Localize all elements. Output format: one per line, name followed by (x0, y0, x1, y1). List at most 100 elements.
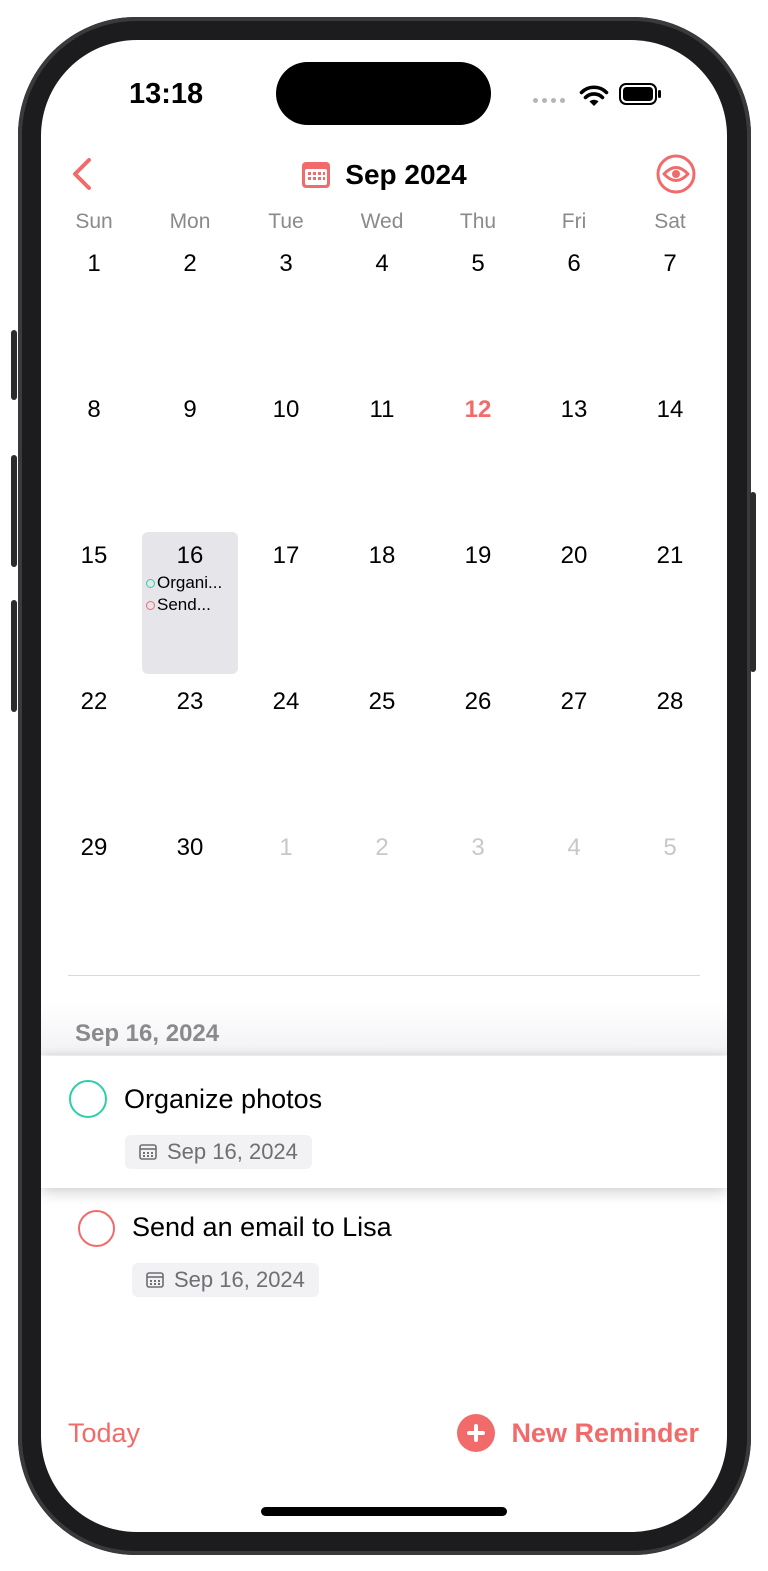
status-time: 13:18 (129, 78, 204, 110)
page-title: Sep 2024 (345, 159, 467, 190)
calendar-day[interactable]: 5 (622, 829, 718, 975)
day-number: 2 (375, 834, 389, 861)
calendar-day[interactable]: 8 (46, 391, 142, 537)
calendar-day[interactable]: 20 (526, 537, 622, 683)
day-number: 15 (80, 542, 108, 569)
calendar-day[interactable]: 29 (46, 829, 142, 975)
day-number: 5 (663, 834, 677, 861)
calendar-day[interactable]: 3 (430, 829, 526, 975)
new-reminder-button[interactable]: New Reminder (457, 1414, 699, 1452)
calendar-day[interactable]: 22 (46, 683, 142, 829)
day-number: 26 (464, 688, 492, 715)
new-reminder-label: New Reminder (511, 1417, 699, 1448)
volume-down-button (11, 600, 17, 712)
day-number: 18 (368, 542, 396, 569)
day-number: 4 (567, 834, 581, 861)
reminder-item[interactable]: Send an email to Lisa Sep 16, 2024 (41, 1190, 727, 1310)
calendar-icon (302, 162, 331, 188)
day-number: 19 (464, 542, 492, 569)
calendar-day[interactable]: 9 (142, 391, 238, 537)
calendar-day[interactable]: 1 (238, 829, 334, 975)
calendar-day[interactable]: 6 (526, 245, 622, 391)
calendar-day[interactable]: 24 (238, 683, 334, 829)
reminder-date-chip: Sep 16, 2024 (132, 1263, 319, 1297)
day-event: Send... (146, 594, 238, 616)
calendar-day[interactable]: 11 (334, 391, 430, 537)
day-number: 7 (663, 250, 677, 277)
day-number: 17 (272, 542, 300, 569)
home-indicator (261, 1507, 507, 1516)
calendar-day[interactable]: 27 (526, 683, 622, 829)
day-number: 23 (176, 688, 204, 715)
calendar-day-selected[interactable]: 16 Organi... Send... (142, 532, 238, 683)
battery-icon (619, 83, 661, 105)
today-button[interactable]: Today (68, 1418, 140, 1449)
reminder-checkbox[interactable] (78, 1210, 115, 1247)
day-number: 8 (87, 396, 101, 423)
calendar-day[interactable]: 1 (46, 245, 142, 391)
calendar-day[interactable]: 30 (142, 829, 238, 975)
day-number: 11 (369, 396, 395, 423)
calendar-day[interactable]: 28 (622, 683, 718, 829)
calendar-day[interactable]: 25 (334, 683, 430, 829)
day-number: 2 (183, 250, 197, 277)
calendar-day[interactable]: 3 (238, 245, 334, 391)
navigation-bar: Sep 2024 (41, 150, 727, 200)
reminder-date-chip: Sep 16, 2024 (125, 1135, 312, 1169)
day-number: 16 (176, 542, 204, 569)
calendar-day[interactable]: 17 (238, 537, 334, 683)
reminder-title: Send an email to Lisa (132, 1212, 392, 1242)
dynamic-island (276, 62, 491, 125)
calendar-day[interactable]: 2 (334, 829, 430, 975)
day-number: 30 (176, 834, 204, 861)
reminder-title: Organize photos (124, 1084, 323, 1114)
calendar-day[interactable]: 18 (334, 537, 430, 683)
event-label: Send... (157, 595, 211, 614)
calendar-day[interactable]: 15 (46, 537, 142, 683)
calendar-grid: 1 2 3 4 5 6 7 8 9 10 11 12 13 14 15 16 Organi... Send... 1… (46, 245, 718, 975)
weekday-label: Sat (654, 210, 686, 233)
day-number: 28 (656, 688, 684, 715)
calendar-day[interactable]: 23 (142, 683, 238, 829)
weekday-label: Wed (360, 210, 404, 233)
calendar-week-row: 8 9 10 11 12 13 14 (46, 391, 718, 537)
calendar-day[interactable]: 4 (526, 829, 622, 975)
month-title[interactable]: Sep 2024 (41, 150, 727, 200)
weekday-label: Mon (169, 210, 211, 233)
weekday-label: Tue (268, 210, 304, 233)
calendar-small-icon (139, 1144, 157, 1160)
wifi-icon (579, 85, 609, 106)
eye-icon[interactable] (655, 153, 697, 195)
weekday-header: Sun Mon Tue Wed Thu Fri Sat (41, 210, 727, 234)
calendar-day[interactable]: 13 (526, 391, 622, 537)
selected-date-header: Sep 16, 2024 (75, 1020, 220, 1047)
day-number: 21 (656, 542, 684, 569)
day-number: 6 (567, 250, 581, 277)
calendar-day[interactable]: 7 (622, 245, 718, 391)
calendar-day[interactable]: 14 (622, 391, 718, 537)
calendar-day[interactable]: 10 (238, 391, 334, 537)
volume-up-button (11, 455, 17, 567)
weekday-label: Thu (459, 210, 497, 233)
calendar-week-row: 15 16 Organi... Send... 17 18 19 20 21 (46, 532, 718, 683)
calendar-day[interactable]: 21 (622, 537, 718, 683)
calendar-small-icon (146, 1272, 164, 1288)
day-number: 3 (279, 250, 293, 277)
reminder-checkbox[interactable] (69, 1080, 107, 1118)
calendar-day-today[interactable]: 12 (430, 391, 526, 537)
event-circle-icon (146, 600, 155, 610)
event-label: Organi... (157, 573, 223, 592)
reminder-item[interactable]: Organize photos Sep 16, 2024 (41, 1056, 727, 1188)
cellular-signal-icon (533, 98, 565, 103)
calendar-day[interactable]: 26 (430, 683, 526, 829)
day-events: Organi... Send... (142, 572, 238, 616)
calendar-day[interactable]: 4 (334, 245, 430, 391)
calendar-week-row: 29 30 1 2 3 4 5 (46, 829, 718, 975)
calendar-day[interactable]: 5 (430, 245, 526, 391)
calendar-week-row: 1 2 3 4 5 6 7 (46, 245, 718, 391)
day-number: 27 (560, 688, 588, 715)
calendar-day[interactable]: 19 (430, 537, 526, 683)
calendar-day[interactable]: 2 (142, 245, 238, 391)
day-number: 5 (471, 250, 485, 277)
divider (68, 975, 700, 976)
